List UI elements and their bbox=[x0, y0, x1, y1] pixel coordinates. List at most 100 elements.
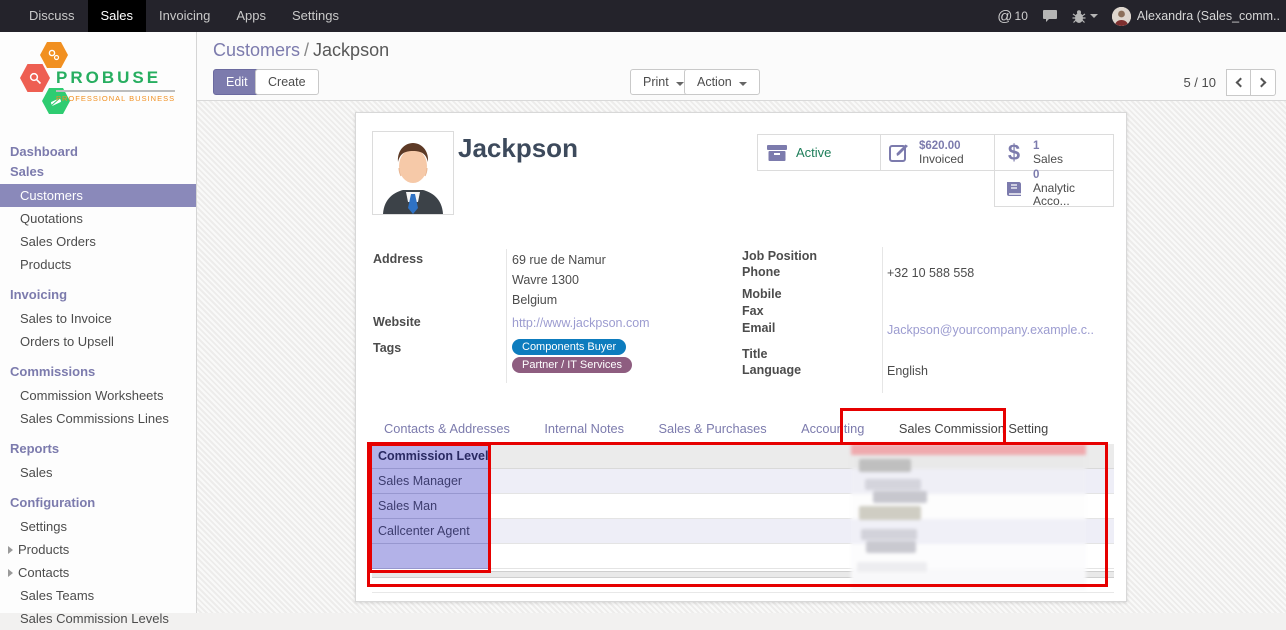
sidebar-item-label: Contacts bbox=[18, 565, 69, 580]
action-dropdown-button[interactable]: Action bbox=[684, 69, 760, 95]
invoiced-amount: $620.00 bbox=[919, 140, 964, 153]
field-group-divider bbox=[882, 247, 883, 393]
commission-level-cell[interactable]: Sales Manager bbox=[372, 469, 489, 494]
sidebar-item-dashboard[interactable]: Dashboard bbox=[0, 139, 196, 164]
tab-sales-commission-setting[interactable]: Sales Commission Setting bbox=[884, 415, 1063, 442]
tag-components-buyer[interactable]: Components Buyer bbox=[512, 339, 626, 355]
sidebar-item-config-contacts[interactable]: Contacts bbox=[0, 561, 196, 584]
caret-down-icon bbox=[739, 82, 747, 86]
sidebar-item-sales-commissions-lines[interactable]: Sales Commissions Lines bbox=[0, 407, 196, 430]
sidebar-item-quotations[interactable]: Quotations bbox=[0, 207, 196, 230]
sales-count: 1 bbox=[1033, 140, 1063, 153]
sidebar-item-settings[interactable]: Settings bbox=[0, 515, 196, 538]
sidebar-item-commission-worksheets[interactable]: Commission Worksheets bbox=[0, 384, 196, 407]
commission-level-cell[interactable]: Sales Man bbox=[372, 494, 489, 519]
sidebar-item-products[interactable]: Products bbox=[0, 253, 196, 276]
active-status-label: Active bbox=[796, 145, 831, 160]
user-name[interactable]: Alexandra (Sales_comm.. bbox=[1137, 9, 1280, 23]
address-line2: Wavre 1300 bbox=[512, 273, 579, 287]
sidebar-header-reports: Reports bbox=[0, 436, 196, 461]
tab-sales-purchases[interactable]: Sales & Purchases bbox=[643, 415, 781, 442]
chevron-right-icon bbox=[8, 569, 13, 577]
redacted-blob bbox=[861, 529, 917, 540]
chevron-left-icon bbox=[1235, 78, 1245, 88]
menu-discuss[interactable]: Discuss bbox=[16, 0, 88, 32]
sales-label: Sales bbox=[1033, 153, 1063, 166]
user-avatar[interactable] bbox=[1112, 7, 1131, 26]
customer-photo[interactable] bbox=[372, 131, 454, 215]
invoiced-label: Invoiced bbox=[919, 153, 964, 166]
top-navbar: Discuss Sales Invoicing Apps Settings @ … bbox=[0, 0, 1286, 32]
edit-button[interactable]: Edit bbox=[213, 69, 261, 95]
tag-partner-it-services[interactable]: Partner / IT Services bbox=[512, 357, 632, 373]
breadcrumb-customers[interactable]: Customers bbox=[213, 40, 300, 60]
tab-contacts-addresses[interactable]: Contacts & Addresses bbox=[369, 415, 525, 442]
control-panel: Customers/Jackpson Edit Create Print Act… bbox=[197, 32, 1286, 101]
sidebar-item-sales-to-invoice[interactable]: Sales to Invoice bbox=[0, 307, 196, 330]
systray: @ 10 Alexandra (Sales_comm.. bbox=[997, 0, 1286, 32]
logo-hexagon-gears-icon bbox=[40, 42, 68, 68]
menu-sales[interactable]: Sales bbox=[88, 0, 147, 32]
pager-counter: 5 / 10 bbox=[1183, 75, 1216, 90]
job-position-label: Job Position bbox=[742, 249, 817, 263]
phone-label: Phone bbox=[742, 265, 780, 279]
commission-level-header[interactable]: Commission Level bbox=[372, 444, 489, 469]
pager-previous-button[interactable] bbox=[1226, 69, 1251, 96]
sidebar-item-orders-to-upsell[interactable]: Orders to Upsell bbox=[0, 330, 196, 353]
tab-accounting[interactable]: Accounting bbox=[786, 415, 879, 442]
chevron-right-icon bbox=[1257, 78, 1267, 88]
app-menu: Discuss Sales Invoicing Apps Settings bbox=[16, 0, 352, 32]
email-link[interactable]: Jackpson@yourcompany.example.c.. bbox=[887, 323, 1094, 337]
redacted-blob bbox=[865, 479, 921, 490]
sidebar-item-customers[interactable]: Customers bbox=[0, 184, 196, 207]
breadcrumb-current: Jackpson bbox=[313, 40, 389, 60]
language-value: English bbox=[887, 364, 928, 378]
mobile-label: Mobile bbox=[742, 287, 782, 301]
sidebar-header-sales[interactable]: Sales bbox=[0, 164, 196, 184]
redacted-blob bbox=[857, 562, 927, 572]
sidebar-item-config-products[interactable]: Products bbox=[0, 538, 196, 561]
tab-internal-notes[interactable]: Internal Notes bbox=[529, 415, 639, 442]
redacted-blob bbox=[859, 459, 911, 472]
chat-bubble-icon[interactable] bbox=[1042, 9, 1058, 23]
main-content: Jackpson Active $620.00 Invoiced $ 1 Sal… bbox=[197, 101, 1286, 613]
analytic-accounts-stat-button[interactable]: 0 Analytic Acco... bbox=[994, 170, 1114, 207]
action-label: Action bbox=[697, 75, 732, 89]
create-button[interactable]: Create bbox=[255, 69, 319, 95]
address-line3: Belgium bbox=[512, 293, 557, 307]
bug-icon[interactable] bbox=[1072, 9, 1098, 24]
sheet-divider bbox=[372, 592, 1114, 593]
sidebar: PROBUSE PROFESSIONAL BUSINESS Dashboard … bbox=[0, 32, 197, 613]
analytic-label: Analytic Acco... bbox=[1033, 182, 1107, 208]
menu-invoicing[interactable]: Invoicing bbox=[146, 0, 223, 32]
sidebar-item-sales-teams[interactable]: Sales Teams bbox=[0, 584, 196, 607]
mentions-icon[interactable]: @ bbox=[997, 8, 1012, 25]
chevron-right-icon bbox=[8, 546, 13, 554]
page-title: Jackpson bbox=[458, 133, 578, 164]
address-line1: 69 rue de Namur bbox=[512, 253, 606, 267]
sidebar-item-sales-commission-levels[interactable]: Sales Commission Levels bbox=[0, 607, 196, 630]
active-stat-button[interactable]: Active bbox=[757, 134, 881, 171]
logo-title: PROBUSE bbox=[56, 68, 175, 92]
commission-level-cell-empty[interactable] bbox=[372, 544, 489, 569]
archive-box-icon bbox=[764, 144, 790, 162]
sidebar-item-reports-sales[interactable]: Sales bbox=[0, 461, 196, 484]
menu-apps[interactable]: Apps bbox=[223, 0, 279, 32]
sidebar-header-commissions: Commissions bbox=[0, 359, 196, 384]
redacted-blob bbox=[873, 491, 927, 503]
customer-form-sheet: Jackpson Active $620.00 Invoiced $ 1 Sal… bbox=[355, 112, 1127, 602]
fax-label: Fax bbox=[742, 304, 764, 318]
commission-level-column: Commission Level Sales Manager Sales Man… bbox=[372, 444, 489, 569]
sidebar-item-sales-orders[interactable]: Sales Orders bbox=[0, 230, 196, 253]
invoiced-stat-button[interactable]: $620.00 Invoiced bbox=[880, 134, 995, 171]
breadcrumb-separator: / bbox=[300, 40, 313, 60]
book-icon bbox=[1001, 180, 1027, 198]
commission-level-cell[interactable]: Callcenter Agent bbox=[372, 519, 489, 544]
sales-stat-button[interactable]: $ 1 Sales bbox=[994, 134, 1114, 171]
website-link[interactable]: http://www.jackpson.com bbox=[512, 316, 650, 330]
phone-value: +32 10 588 558 bbox=[887, 266, 974, 280]
redacted-blob bbox=[866, 541, 916, 553]
pager-next-button[interactable] bbox=[1251, 69, 1276, 96]
menu-settings[interactable]: Settings bbox=[279, 0, 352, 32]
caret-down-icon bbox=[1090, 14, 1098, 18]
